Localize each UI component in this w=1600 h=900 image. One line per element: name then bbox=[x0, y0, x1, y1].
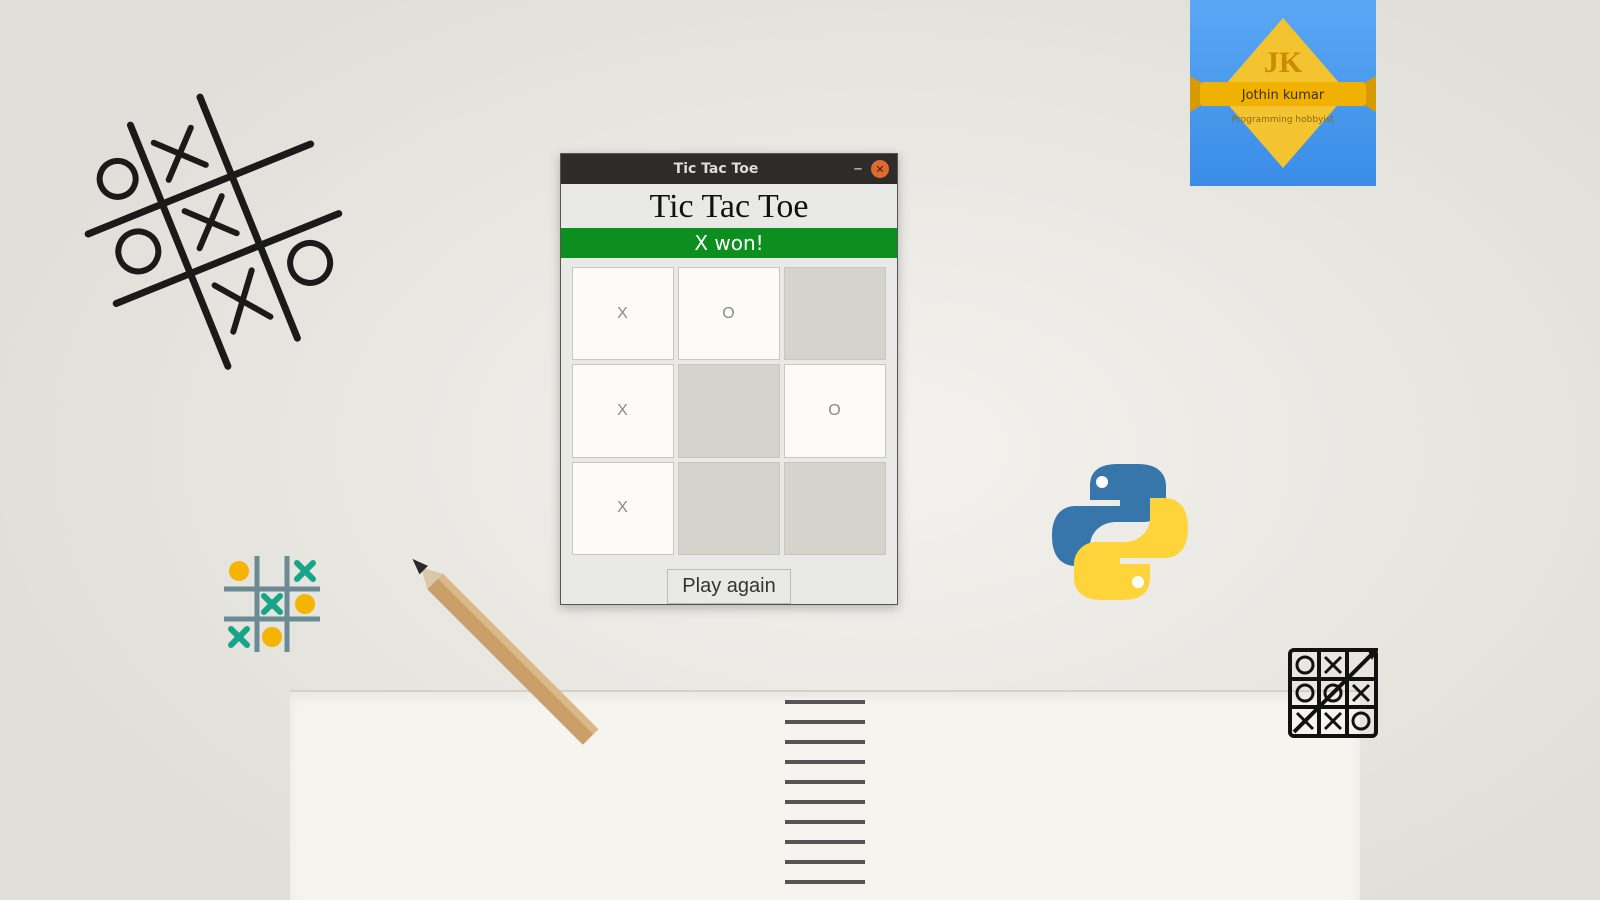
badge-name: Jothin kumar bbox=[1241, 88, 1325, 103]
cell-0-2[interactable] bbox=[784, 267, 886, 360]
cell-2-1[interactable] bbox=[678, 462, 780, 555]
game-heading: Tic Tac Toe bbox=[561, 184, 897, 228]
play-again-button[interactable]: Play again bbox=[667, 569, 790, 604]
mini-tic-tac-toe-icon bbox=[222, 554, 322, 654]
cell-0-0[interactable]: X bbox=[572, 267, 674, 360]
game-board: X O X O X bbox=[572, 267, 886, 555]
tic-tac-toe-line-icon bbox=[1288, 648, 1378, 738]
app-window: Tic Tac Toe – ✕ Tic Tac Toe X won! X O X… bbox=[560, 153, 898, 605]
cell-2-0[interactable]: X bbox=[572, 462, 674, 555]
badge-initials: JK bbox=[1264, 46, 1303, 79]
window-title: Tic Tac Toe bbox=[587, 161, 845, 177]
badge-subtitle: Programming hobbyist bbox=[1232, 115, 1335, 125]
close-button[interactable]: ✕ bbox=[871, 160, 889, 178]
minimize-button[interactable]: – bbox=[845, 154, 871, 184]
cell-1-2[interactable]: O bbox=[784, 364, 886, 457]
cell-0-1[interactable]: O bbox=[678, 267, 780, 360]
titlebar[interactable]: Tic Tac Toe – ✕ bbox=[561, 154, 897, 184]
python-logo-icon bbox=[1046, 458, 1194, 606]
author-badge: JK Jothin kumar Programming hobbyist bbox=[1190, 0, 1376, 186]
cell-1-1[interactable] bbox=[678, 364, 780, 457]
cell-1-0[interactable]: X bbox=[572, 364, 674, 457]
cell-2-2[interactable] bbox=[784, 462, 886, 555]
status-banner: X won! bbox=[561, 228, 897, 258]
tic-tac-toe-sketch-icon bbox=[70, 70, 370, 410]
close-icon: ✕ bbox=[875, 163, 884, 176]
